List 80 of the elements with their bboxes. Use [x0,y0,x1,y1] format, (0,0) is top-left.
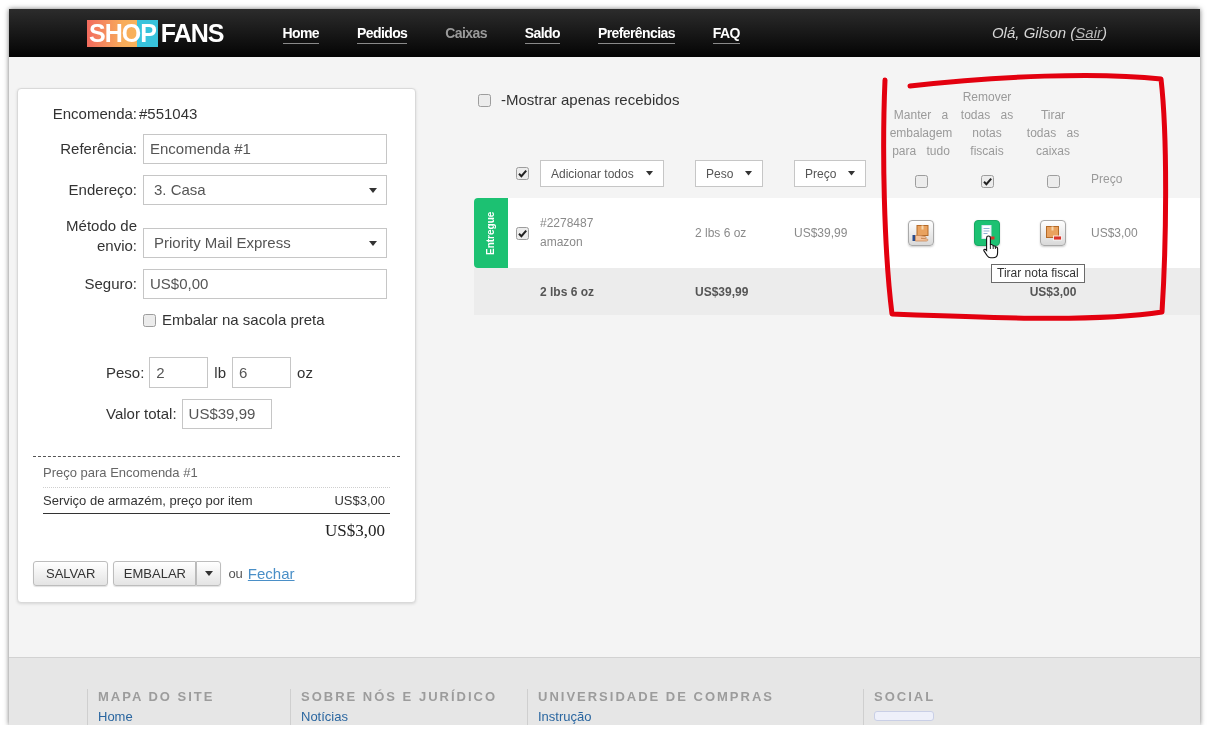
caret-icon [204,571,213,576]
order-label: Encomenda: [52,105,137,123]
checkbox[interactable] [516,226,529,240]
status-tag: Entregue [474,198,508,268]
footer-heading: SOCIAL [874,689,936,705]
caret-icon [745,171,753,176]
dropdown-button[interactable]: Preço [794,160,867,187]
field-label: Referência: [60,139,137,159]
checkbox[interactable] [516,167,529,180]
ounces-field[interactable]: 6 [232,357,292,388]
total-value-label: Valor total: [106,405,177,423]
field-label: Método de envio: [65,216,137,256]
receipt-minus-icon [978,224,996,242]
ounces-unit: oz [297,363,313,382]
caret-icon [369,240,377,246]
field-label: Endereço: [68,180,137,200]
total-service-price: US$3,00 [1029,284,1077,299]
or-text: ou [228,566,243,581]
service-name: Serviço de armazém, preço por item [43,493,253,508]
caret-icon [369,187,377,193]
footer-heading: MAPA DO SITE [98,689,215,705]
service-price: US$3,00 [334,493,385,508]
dropdown-field[interactable]: Priority Mail Express [143,228,387,258]
checkbox[interactable] [1046,175,1060,188]
dropdown-button[interactable]: Adicionar todos [540,160,664,187]
pounds-field[interactable]: 2 [149,357,209,388]
total-weight: 2 lbs 6 oz [540,284,595,299]
nav-link[interactable]: Caixas [445,25,487,44]
total-value-field[interactable]: US$39,99 [181,399,272,429]
checkbox-label: Embalar na sacola preta [162,311,325,329]
keep-packaging-button[interactable] [908,220,934,246]
checkbox[interactable] [478,93,491,107]
nav-link[interactable]: Home [282,25,320,44]
dropdown-button[interactable]: Peso [695,160,764,187]
save-button[interactable]: SALVAR [33,561,109,586]
nav-link[interactable]: Pedidos [357,25,408,44]
remove-invoice-button[interactable] [974,220,1000,246]
box-minus-icon [1044,224,1062,242]
pricing-title: Preço para Encomenda #1 [43,457,390,488]
tooltip: Tirar nota fiscal [991,264,1085,283]
checkbox[interactable] [143,313,156,327]
hand-box-icon [912,224,930,242]
nav-link[interactable]: Preferências [598,25,675,44]
item-price: US$39,99 [794,224,848,242]
store-name: amazon [540,234,583,251]
pricing-total: US$3,00 [324,521,386,541]
column-heading: Remover todas as notas fiscais [959,89,1015,160]
column-heading: Tirar todas as caixas [1025,107,1081,160]
nav-link[interactable]: Saldo [524,25,560,44]
service-price: US$3,00 [1090,224,1138,242]
footer-heading: SOBRE NÓS E JURÍDICO [301,689,498,705]
logo-text: FANS [160,19,224,47]
total-price: US$39,99 [695,284,749,299]
column-heading: Preço [1091,172,1123,186]
hand-cursor-icon [983,235,1000,259]
item-weight: 2 lbs 6 oz [695,224,747,242]
footer-link[interactable]: Notícias [301,709,348,724]
field-label: Seguro: [84,274,137,294]
order-number: #551043 [139,105,199,123]
footer-heading: UNIVERSIDADE DE COMPRAS [538,689,774,705]
checkbox[interactable] [914,175,928,188]
weight-label: Peso: [106,363,145,382]
input-field[interactable]: Encomenda #1 [143,134,387,164]
footer-link[interactable]: Instrução [538,709,592,724]
caret-icon [848,171,856,176]
checkbox[interactable] [980,175,994,188]
greeting-text: Olá, Gilson (Sair) [991,24,1107,42]
nav-link[interactable]: FAQ [712,25,740,44]
dropdown-field[interactable]: 3. Casa [143,175,387,205]
item-id: #2278487 [540,215,594,232]
pack-menu-button[interactable] [196,561,222,586]
footer-link[interactable]: Home [98,709,133,724]
caret-icon [645,171,653,176]
remove-boxes-button[interactable] [1040,220,1066,246]
column-heading: Manter a embalagem para tudo [889,107,953,160]
filter-label: -Mostrar apenas recebidos [501,91,680,109]
logout-link[interactable]: Sair [1075,24,1102,41]
pack-button[interactable]: EMBALAR [113,561,197,586]
pounds-unit: lb [214,363,227,382]
input-field[interactable]: US$0,00 [143,269,387,299]
